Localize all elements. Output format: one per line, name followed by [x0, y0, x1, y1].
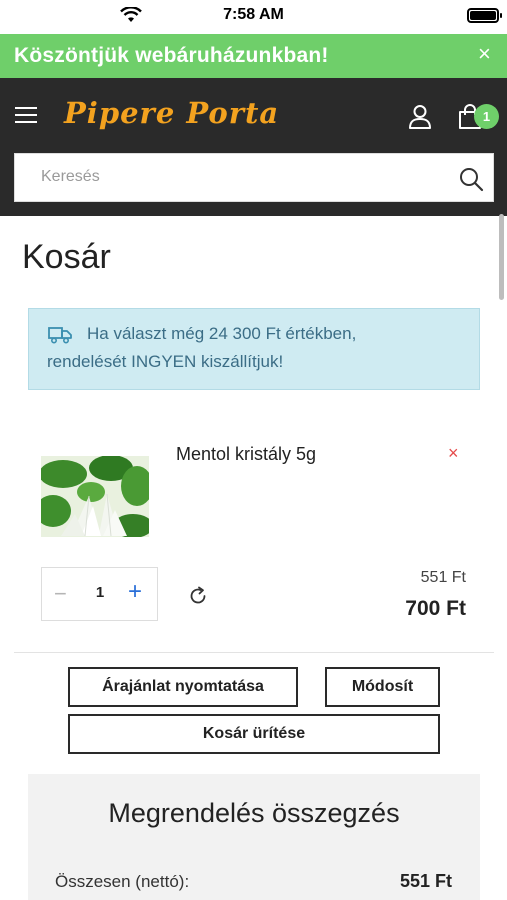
- notice-line-1: Ha választ még 24 300 Ft értékben,: [87, 324, 357, 343]
- refresh-icon[interactable]: [188, 586, 208, 606]
- page-title: Kosár: [22, 238, 111, 276]
- welcome-text: Köszöntjük webáruházunkban!: [14, 44, 329, 67]
- truck-icon: [48, 327, 72, 344]
- notice-line-2: rendelését INGYEN kiszállítjuk!: [47, 352, 284, 371]
- empty-cart-button[interactable]: Kosár ürítése: [68, 714, 440, 754]
- increase-quantity-button[interactable]: +: [128, 578, 142, 606]
- close-icon[interactable]: ×: [478, 42, 491, 66]
- user-icon[interactable]: [408, 104, 432, 130]
- quantity-input[interactable]: 1: [86, 584, 114, 601]
- free-shipping-notice: Ha választ még 24 300 Ft értékben, rende…: [28, 308, 480, 390]
- divider: [14, 652, 494, 653]
- product-name[interactable]: Mentol kristály 5g: [176, 444, 316, 465]
- modify-button[interactable]: Módosít: [325, 667, 440, 707]
- decrease-quantity-button[interactable]: −: [54, 581, 67, 607]
- search-input[interactable]: [41, 168, 441, 186]
- menu-icon[interactable]: [15, 107, 37, 125]
- status-bar: 7:58 AM: [0, 0, 507, 34]
- cart-count-badge: 1: [474, 104, 499, 129]
- product-image[interactable]: [41, 456, 149, 537]
- summary-net-value: 551 Ft: [399, 871, 452, 891]
- summary-net-label: Összesen (nettó):: [55, 872, 190, 891]
- summary-title: Megrendelés összegzés: [108, 798, 400, 828]
- search-box: [14, 153, 494, 202]
- search-icon[interactable]: [458, 166, 484, 192]
- scrollbar[interactable]: [499, 214, 504, 300]
- line-total: 700 Ft: [405, 597, 466, 620]
- battery-icon: [467, 8, 502, 23]
- quantity-stepper: − 1 +: [41, 567, 158, 621]
- remove-item-icon[interactable]: ×: [448, 444, 459, 462]
- order-summary: Megrendelés összegzés Összesen (nettó): …: [28, 774, 480, 900]
- status-time: 7:58 AM: [223, 6, 284, 23]
- site-logo[interactable]: Pipere Porta: [64, 96, 279, 130]
- unit-price: 551 Ft: [420, 569, 466, 586]
- welcome-banner: Köszöntjük webáruházunkban! ×: [0, 34, 507, 78]
- print-quote-button[interactable]: Árajánlat nyomtatása: [68, 667, 298, 707]
